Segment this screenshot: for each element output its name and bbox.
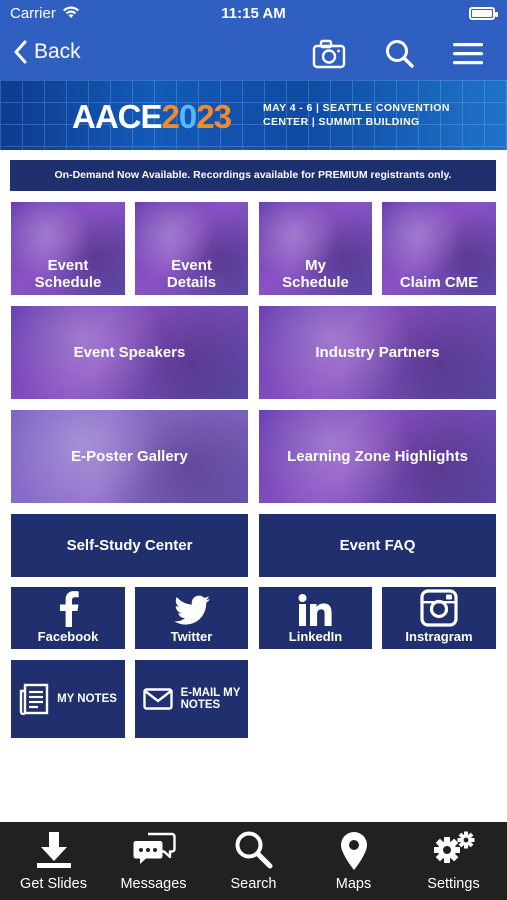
event-schedule-tile[interactable]: Event Schedule <box>11 202 125 295</box>
chat-bubbles-icon <box>133 832 176 864</box>
facebook-icon <box>60 591 79 627</box>
email-notes-tile[interactable]: E-MAIL MY NOTES <box>135 660 248 738</box>
linkedin-icon <box>298 594 332 626</box>
facebook-tile[interactable]: Facebook <box>11 587 125 649</box>
tab-get-slides-label: Get Slides <box>20 876 87 892</box>
my-notes-label: MY NOTES <box>57 693 117 705</box>
bottom-tab-bar: Get Slides Messages Search Maps Settings <box>0 822 507 900</box>
banner-event-info: MAY 4 - 6 | SEATTLE CONVENTION CENTER | … <box>263 102 450 128</box>
linkedin-label: LinkedIn <box>288 629 343 644</box>
gears-icon <box>433 831 474 863</box>
notes-icon <box>19 683 49 715</box>
event-faq-tile[interactable]: Event FAQ <box>259 514 496 577</box>
self-study-center-tile[interactable]: Self-Study Center <box>11 514 248 577</box>
battery-icon <box>469 7 498 20</box>
camera-icon[interactable] <box>312 38 346 70</box>
event-schedule-label: Event Schedule <box>34 257 102 291</box>
learning-zone-label: Learning Zone Highlights <box>287 448 468 465</box>
on-demand-notice[interactable]: On-Demand Now Available. Recordings avai… <box>10 160 496 191</box>
tab-settings[interactable]: Settings <box>403 822 504 900</box>
aace-logo: AACE2023 <box>72 98 232 135</box>
instagram-label: Instragram <box>405 629 473 644</box>
navigation-bar: Back <box>0 28 507 80</box>
back-label: Back <box>34 40 81 63</box>
instagram-tile[interactable]: Instragram <box>382 587 496 649</box>
map-pin-icon <box>340 832 367 870</box>
event-speakers-tile[interactable]: Event Speakers <box>11 306 248 399</box>
claim-cme-tile[interactable]: Claim CME <box>382 202 496 295</box>
event-faq-label: Event FAQ <box>339 537 416 554</box>
back-button[interactable]: Back <box>14 40 81 64</box>
tab-messages[interactable]: Messages <box>103 822 204 900</box>
claim-cme-label: Claim CME <box>399 274 479 291</box>
eposter-gallery-tile[interactable]: E-Poster Gallery <box>11 410 248 503</box>
eposter-gallery-label: E-Poster Gallery <box>71 448 188 465</box>
tab-maps[interactable]: Maps <box>303 822 404 900</box>
email-notes-label: E-MAIL MY NOTES <box>180 687 241 711</box>
tab-messages-label: Messages <box>120 876 187 892</box>
my-schedule-label: My Schedule <box>282 257 349 291</box>
self-study-center-label: Self-Study Center <box>66 537 193 554</box>
tab-settings-label: Settings <box>427 876 480 892</box>
envelope-icon <box>142 688 173 710</box>
my-schedule-tile[interactable]: My Schedule <box>259 202 372 295</box>
tab-get-slides[interactable]: Get Slides <box>3 822 104 900</box>
event-details-label: Event Details <box>166 257 217 291</box>
twitter-label: Twitter <box>170 629 213 644</box>
my-notes-tile[interactable]: MY NOTES <box>11 660 125 738</box>
tab-maps-label: Maps <box>335 876 372 892</box>
linkedin-tile[interactable]: LinkedIn <box>259 587 372 649</box>
search-icon <box>235 831 272 869</box>
search-icon[interactable] <box>384 38 418 70</box>
industry-partners-tile[interactable]: Industry Partners <box>259 306 496 399</box>
download-icon <box>36 832 71 868</box>
status-bar: Carrier 11:15 AM <box>0 0 507 28</box>
clock: 11:15 AM <box>221 5 286 22</box>
event-banner: AACE2023 MAY 4 - 6 | SEATTLE CONVENTION … <box>0 80 507 150</box>
tab-search[interactable]: Search <box>203 822 304 900</box>
tab-search-label: Search <box>230 876 277 892</box>
chevron-left-icon <box>14 40 27 64</box>
facebook-label: Facebook <box>37 629 99 644</box>
industry-partners-label: Industry Partners <box>315 344 440 361</box>
twitter-bird-icon <box>173 595 210 625</box>
instagram-icon <box>420 589 458 627</box>
learning-zone-tile[interactable]: Learning Zone Highlights <box>259 410 496 503</box>
event-details-tile[interactable]: Event Details <box>135 202 248 295</box>
hamburger-menu-icon[interactable] <box>452 38 486 70</box>
event-speakers-label: Event Speakers <box>73 344 186 361</box>
twitter-tile[interactable]: Twitter <box>135 587 248 649</box>
